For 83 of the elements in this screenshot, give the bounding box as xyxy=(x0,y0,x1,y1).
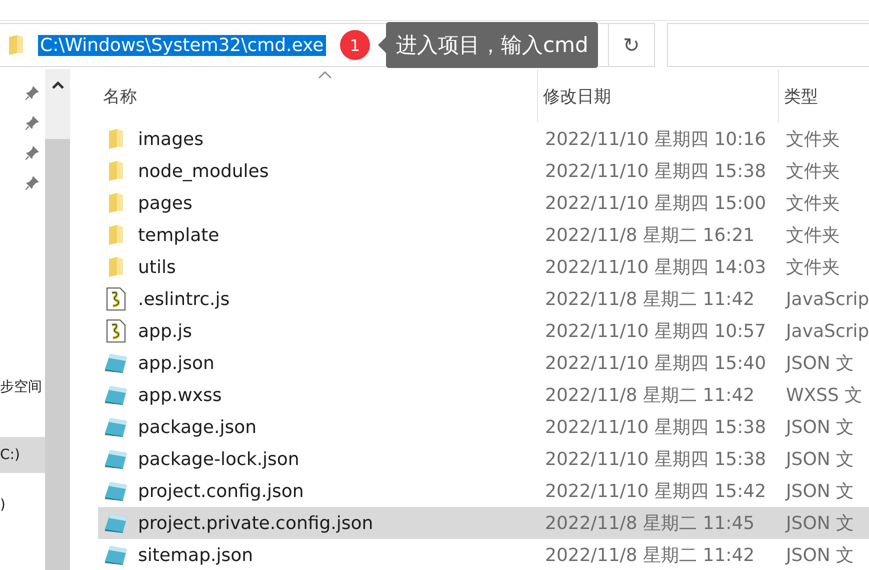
file-name: project.private.config.json xyxy=(138,512,374,534)
modified-date: 2022/11/8 星期二 16:21 xyxy=(544,224,756,247)
scroll-up-icon[interactable] xyxy=(52,81,64,89)
file-name: package.json xyxy=(138,416,257,438)
nav-item[interactable]: C:) xyxy=(0,437,45,473)
file-name: utils xyxy=(138,256,176,278)
file-row[interactable]: package.json 2022/11/10 星期四 15:38 JSON 文 xyxy=(98,411,869,443)
modified-date: 2022/11/10 星期四 15:42 xyxy=(544,480,768,503)
step-badge: 1 xyxy=(340,30,370,60)
nav-item[interactable]: 步空间 xyxy=(0,369,45,405)
notepad-file-icon xyxy=(104,417,128,437)
nav-item[interactable]: ) xyxy=(0,487,45,523)
file-name: app.json xyxy=(138,352,214,374)
modified-date: 2022/11/8 星期二 11:45 xyxy=(544,512,756,535)
file-name: node_modules xyxy=(138,160,269,182)
column-header[interactable]: 修改日期 xyxy=(537,69,778,123)
modified-date: 2022/11/10 星期四 15:38 xyxy=(544,448,768,471)
file-name: app.wxss xyxy=(138,384,222,406)
address-path: C:\Windows\System32\cmd.exe xyxy=(38,34,326,56)
file-row[interactable]: .eslintrc.js 2022/11/8 星期二 11:42 JavaScrip xyxy=(98,283,869,315)
file-type: JSON 文 xyxy=(784,416,856,439)
script-file-icon xyxy=(104,319,128,343)
file-type: 文件夹 xyxy=(785,160,841,183)
scrollbar[interactable] xyxy=(45,69,70,570)
file-type: JSON 文 xyxy=(784,448,856,471)
file-name: pages xyxy=(138,192,192,214)
tooltip: 进入项目，输入cmd xyxy=(386,22,598,68)
file-type: JSON 文 xyxy=(784,544,856,567)
tooltip-pointer-icon xyxy=(378,37,386,53)
pin-icon[interactable] xyxy=(24,115,40,131)
modified-date: 2022/11/10 星期四 15:38 xyxy=(544,160,768,183)
notepad-file-icon xyxy=(104,449,128,469)
file-type: JSON 文 xyxy=(784,512,856,535)
sort-caret-icon xyxy=(318,71,332,79)
script-file-icon xyxy=(104,287,128,311)
modified-date: 2022/11/10 星期四 15:00 xyxy=(544,192,768,215)
file-type: 文件夹 xyxy=(785,192,841,215)
notepad-file-icon xyxy=(104,513,128,533)
modified-date: 2022/11/8 星期二 11:42 xyxy=(544,288,756,311)
file-type: WXSS 文 xyxy=(785,384,864,407)
file-type: JavaScrip xyxy=(784,320,869,342)
modified-date: 2022/11/10 星期四 15:40 xyxy=(544,352,768,375)
file-name: images xyxy=(138,128,204,150)
file-row[interactable]: node_modules 2022/11/10 星期四 15:38 文件夹 xyxy=(98,155,869,187)
notepad-file-icon xyxy=(104,385,128,405)
pin-icon[interactable] xyxy=(24,175,40,191)
file-row[interactable]: app.json 2022/11/10 星期四 15:40 JSON 文 xyxy=(98,347,869,379)
file-name: sitemap.json xyxy=(138,544,254,566)
modified-date: 2022/11/10 星期四 10:16 xyxy=(544,128,768,151)
file-type: 文件夹 xyxy=(785,224,841,247)
file-name: .eslintrc.js xyxy=(138,288,230,310)
modified-date: 2022/11/10 星期四 10:57 xyxy=(544,320,768,343)
file-row[interactable]: images 2022/11/10 星期四 10:16 文件夹 xyxy=(98,123,869,155)
file-type: JSON 文 xyxy=(784,352,856,375)
file-row[interactable]: app.wxss 2022/11/8 星期二 11:42 WXSS 文 xyxy=(98,379,869,411)
file-type: JSON 文 xyxy=(784,480,856,503)
file-row[interactable]: package-lock.json 2022/11/10 星期四 15:38 JSON 文 xyxy=(98,443,869,475)
file-row[interactable]: project.config.json 2022/11/10 星期四 15:42 JSON 文 xyxy=(98,475,869,507)
file-row[interactable]: template 2022/11/8 星期二 16:21 文件夹 xyxy=(98,219,869,251)
modified-date: 2022/11/10 星期四 15:38 xyxy=(544,416,768,439)
notepad-file-icon xyxy=(104,545,128,565)
file-type: 文件夹 xyxy=(785,128,841,151)
modified-date: 2022/11/8 星期二 11:42 xyxy=(544,544,756,567)
file-row[interactable]: app.js 2022/11/10 星期四 10:57 JavaScrip xyxy=(98,315,869,347)
modified-date: 2022/11/8 星期二 11:42 xyxy=(544,384,756,407)
search-field[interactable] xyxy=(667,23,869,67)
file-name: template xyxy=(138,224,220,246)
column-header[interactable]: 名称 xyxy=(98,69,537,123)
modified-date: 2022/11/10 星期四 14:03 xyxy=(544,256,768,279)
file-row[interactable]: pages 2022/11/10 星期四 15:00 文件夹 xyxy=(98,187,869,219)
file-row[interactable]: project.private.config.json 2022/11/8 星期二 11:45 JSON 文 xyxy=(98,507,869,539)
pin-icon[interactable] xyxy=(24,145,40,161)
file-name: project.config.json xyxy=(138,480,304,502)
notepad-file-icon xyxy=(104,353,128,373)
file-row[interactable]: utils 2022/11/10 星期四 14:03 文件夹 xyxy=(98,251,869,283)
file-type: JavaScrip xyxy=(784,288,869,310)
file-name: app.js xyxy=(138,320,192,342)
column-header[interactable]: 类型 xyxy=(778,69,869,123)
file-row[interactable]: sitemap.json 2022/11/8 星期二 11:42 JSON 文 xyxy=(98,539,869,570)
notepad-file-icon xyxy=(104,481,128,501)
file-type: 文件夹 xyxy=(785,256,841,279)
pin-icon[interactable] xyxy=(24,85,40,101)
file-name: package-lock.json xyxy=(138,448,300,470)
